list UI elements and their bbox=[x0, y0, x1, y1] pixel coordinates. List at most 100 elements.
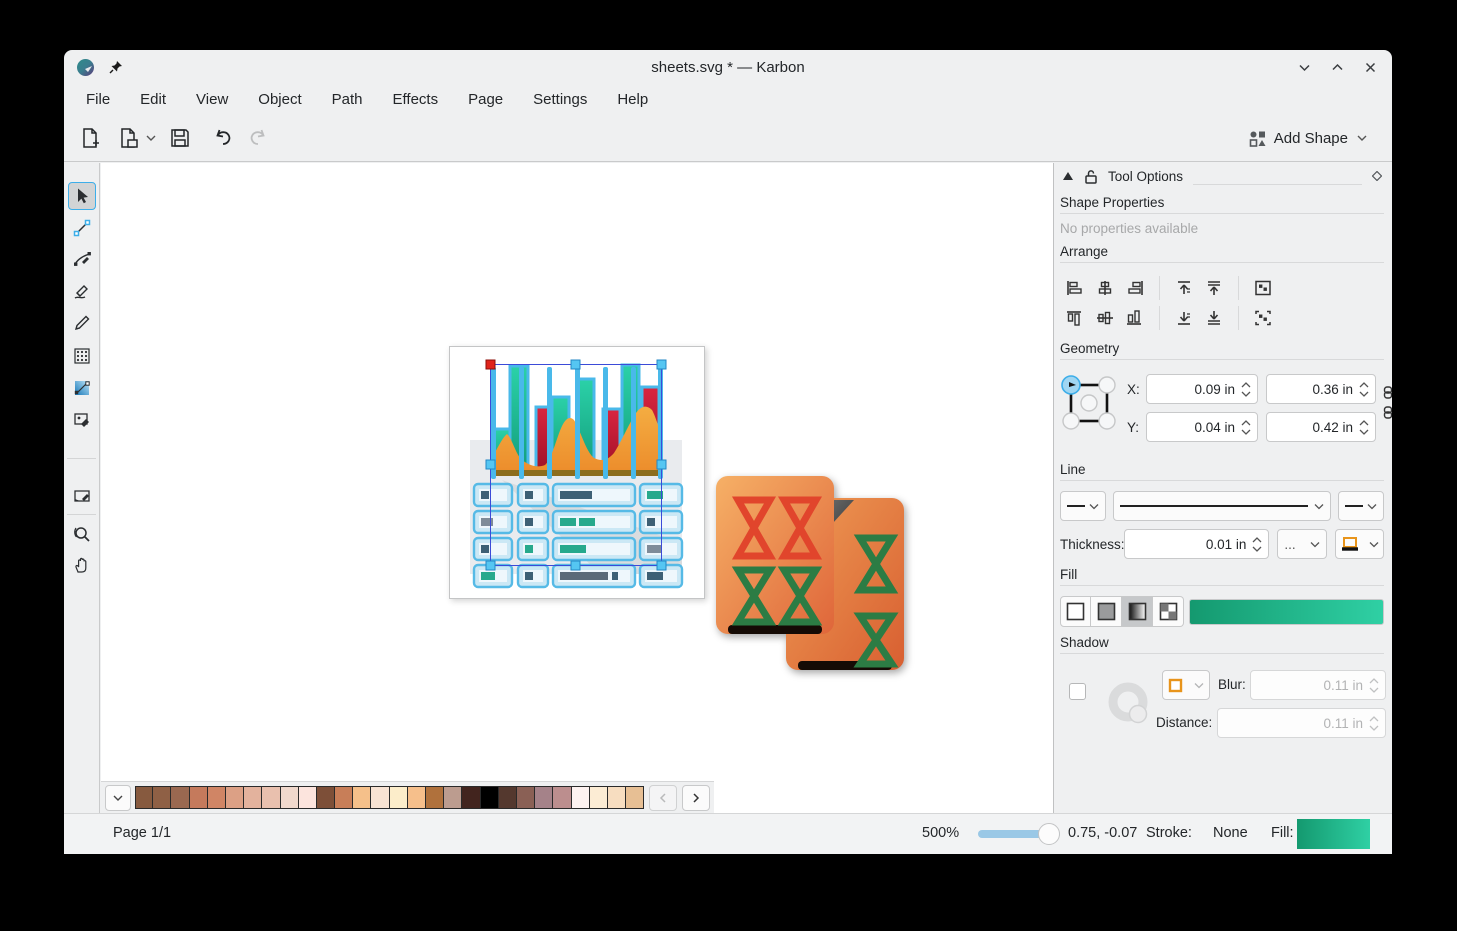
raise-button[interactable] bbox=[1169, 275, 1199, 301]
open-document-icon[interactable] bbox=[114, 124, 142, 152]
palette-swatch[interactable] bbox=[608, 786, 626, 809]
tool-pencil[interactable] bbox=[68, 309, 96, 337]
shadow-color-button[interactable] bbox=[1162, 670, 1210, 700]
palette-swatch[interactable] bbox=[244, 786, 262, 809]
shadow-angle-selector[interactable] bbox=[1104, 680, 1154, 730]
palette-swatch[interactable] bbox=[481, 786, 499, 809]
palette-swatch[interactable] bbox=[390, 786, 408, 809]
palette-swatch[interactable] bbox=[317, 786, 335, 809]
palette-swatch[interactable] bbox=[444, 786, 462, 809]
group-button[interactable] bbox=[1248, 275, 1278, 301]
menu-edit[interactable]: Edit bbox=[140, 91, 166, 108]
ungroup-button[interactable] bbox=[1248, 305, 1278, 331]
palette-swatch[interactable] bbox=[517, 786, 535, 809]
palette-swatch[interactable] bbox=[208, 786, 226, 809]
fill-color-swatch[interactable] bbox=[1297, 819, 1370, 849]
palette-swatch[interactable] bbox=[171, 786, 189, 809]
tool-page-edit[interactable] bbox=[68, 482, 96, 510]
thickness-field[interactable]: 0.01 in bbox=[1124, 529, 1269, 559]
palette-swatch[interactable] bbox=[353, 786, 371, 809]
undo-icon[interactable] bbox=[209, 124, 237, 152]
fill-solid-button[interactable] bbox=[1091, 596, 1122, 627]
align-left-button[interactable] bbox=[1060, 275, 1090, 301]
width-field[interactable]: 0.36 in bbox=[1266, 374, 1376, 404]
palette-swatch[interactable] bbox=[299, 786, 317, 809]
save-icon[interactable] bbox=[166, 124, 194, 152]
menu-view[interactable]: View bbox=[196, 91, 228, 108]
palette-swatch[interactable] bbox=[262, 786, 280, 809]
align-top-button[interactable] bbox=[1060, 305, 1090, 331]
palette-swatch[interactable] bbox=[590, 786, 608, 809]
lock-icon[interactable] bbox=[1084, 169, 1098, 184]
align-bottom-button[interactable] bbox=[1120, 305, 1150, 331]
align-hcenter-button[interactable] bbox=[1090, 275, 1120, 301]
zoom-slider-handle[interactable] bbox=[1038, 823, 1060, 845]
new-document-icon[interactable] bbox=[76, 124, 104, 152]
palette-swatch[interactable] bbox=[135, 786, 153, 809]
palette-swatch[interactable] bbox=[153, 786, 171, 809]
tool-pan[interactable] bbox=[68, 551, 96, 579]
tool-zoom[interactable] bbox=[68, 520, 96, 548]
fill-none-button[interactable] bbox=[1060, 596, 1091, 627]
collapse-icon[interactable] bbox=[1062, 171, 1074, 181]
tool-calligraphy[interactable] bbox=[68, 278, 96, 306]
cap-style-button[interactable] bbox=[1335, 529, 1384, 559]
lower-button[interactable] bbox=[1169, 305, 1199, 331]
palette-swatch[interactable] bbox=[535, 786, 553, 809]
menu-help[interactable]: Help bbox=[617, 91, 648, 108]
x-position-field[interactable]: 0.09 in bbox=[1146, 374, 1258, 404]
palette-swatch[interactable] bbox=[190, 786, 208, 809]
float-icon[interactable] bbox=[1372, 171, 1382, 181]
tool-edit-shapes[interactable] bbox=[68, 214, 96, 242]
maximize-button[interactable] bbox=[1330, 60, 1345, 75]
keep-aspect-icon[interactable] bbox=[1382, 386, 1392, 399]
menu-settings[interactable]: Settings bbox=[533, 91, 587, 108]
menu-effects[interactable]: Effects bbox=[393, 91, 439, 108]
keep-aspect-icon-2[interactable] bbox=[1382, 406, 1392, 419]
menu-file[interactable]: File bbox=[86, 91, 110, 108]
height-field[interactable]: 0.42 in bbox=[1266, 412, 1376, 442]
palette-swatch[interactable] bbox=[281, 786, 299, 809]
align-vcenter-button[interactable] bbox=[1090, 305, 1120, 331]
canvas[interactable] bbox=[101, 163, 1053, 813]
tool-pattern[interactable] bbox=[68, 406, 96, 434]
palette-swatch[interactable] bbox=[499, 786, 517, 809]
palette-swatch[interactable] bbox=[553, 786, 571, 809]
line-end-marker-combo[interactable] bbox=[1338, 491, 1384, 521]
zoom-level[interactable]: 500% bbox=[922, 825, 959, 841]
join-style-combo[interactable]: ... bbox=[1277, 529, 1327, 559]
tool-pattern-edit[interactable] bbox=[68, 342, 96, 370]
palette-swatch[interactable] bbox=[408, 786, 426, 809]
tool-pen[interactable] bbox=[68, 245, 96, 273]
palette-swatch[interactable] bbox=[335, 786, 353, 809]
palette-menu-button[interactable] bbox=[105, 785, 131, 811]
menu-page[interactable]: Page bbox=[468, 91, 503, 108]
menu-object[interactable]: Object bbox=[258, 91, 301, 108]
chart-illustration-object[interactable] bbox=[450, 347, 704, 598]
zoom-slider[interactable] bbox=[978, 830, 1060, 838]
add-shape-button[interactable]: Add Shape bbox=[1239, 123, 1378, 153]
tool-select[interactable] bbox=[68, 182, 96, 210]
menu-path[interactable]: Path bbox=[332, 91, 363, 108]
palette-swatch[interactable] bbox=[426, 786, 444, 809]
align-right-button[interactable] bbox=[1120, 275, 1150, 301]
sheets-icon-object[interactable] bbox=[714, 476, 909, 678]
lower-to-bottom-button[interactable] bbox=[1199, 305, 1229, 331]
palette-swatch[interactable] bbox=[226, 786, 244, 809]
fill-pattern-button[interactable] bbox=[1153, 596, 1184, 627]
titlebar[interactable]: sheets.svg * — Karbon bbox=[64, 50, 1392, 84]
line-style-combo[interactable] bbox=[1113, 491, 1331, 521]
anchor-selector[interactable] bbox=[1060, 374, 1118, 434]
palette-swatch[interactable] bbox=[462, 786, 480, 809]
pin-icon[interactable] bbox=[109, 60, 123, 74]
tool-gradient-edit[interactable] bbox=[68, 374, 96, 402]
minimize-button[interactable] bbox=[1297, 60, 1312, 75]
palette-swatch[interactable] bbox=[572, 786, 590, 809]
close-button[interactable] bbox=[1363, 60, 1378, 75]
line-start-marker-combo[interactable] bbox=[1060, 491, 1106, 521]
open-dropdown-icon[interactable] bbox=[142, 124, 160, 152]
raise-to-top-button[interactable] bbox=[1199, 275, 1229, 301]
fill-gradient-button[interactable] bbox=[1122, 596, 1153, 627]
y-position-field[interactable]: 0.04 in bbox=[1146, 412, 1258, 442]
palette-swatch[interactable] bbox=[626, 786, 644, 809]
